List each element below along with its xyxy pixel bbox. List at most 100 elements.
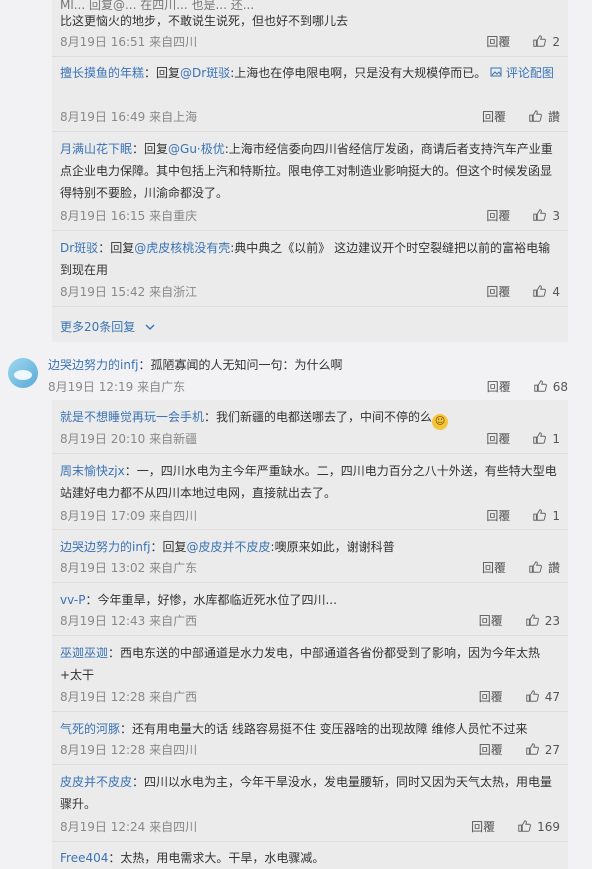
reply-actions: 回覆 47: [479, 689, 560, 705]
reply-location: 来自四川: [149, 35, 198, 49]
reply-item: 就是不想睡觉再玩一会手机：我们新疆的电都送哪去了，中间不停的么 ☺ 8月19日 2…: [60, 406, 560, 450]
reply-button[interactable]: 回覆: [482, 109, 506, 125]
thumbs-up-icon[interactable]: [517, 819, 531, 833]
avatar[interactable]: [8, 358, 38, 388]
divider: [52, 131, 568, 132]
main-comment: 边哭边努力的infj：孤陋寡闻的人无知问一句：为什么啊 8月19日 12:19 …: [48, 356, 568, 394]
reply-body: ：今年重旱，好惨，水库都临近死水位了四川...: [85, 593, 337, 607]
reply-date: 8月19日 16:15: [60, 209, 146, 223]
reply-meta: 8月19日 20:10 来自新疆: [60, 431, 197, 447]
comment-meta: 8月19日 12:19 来自广东: [48, 378, 185, 395]
reply-prefix: ：回复: [144, 66, 181, 80]
reply-author[interactable]: 边哭边努力的infj: [60, 540, 151, 554]
reply-date: 8月19日 16:49: [60, 110, 146, 124]
thumbs-up-icon[interactable]: [532, 431, 547, 445]
like-count: 2: [552, 35, 560, 49]
like-count: 68: [552, 380, 568, 394]
reply-location: 来自广西: [149, 690, 198, 704]
mention-link[interactable]: @Gu·极优: [168, 142, 225, 156]
reply-button[interactable]: 回覆: [471, 819, 495, 835]
mention-link[interactable]: @皮皮并不皮皮: [187, 540, 271, 554]
divider: [52, 841, 568, 842]
reply-prefix: ：回复: [98, 241, 135, 255]
reply-item: 周末愉快zjx：一，四川水电为主今年严重缺水。二，四川电力百分之八十外送，有些特…: [60, 460, 560, 526]
mention-link[interactable]: @虎皮核桃没有壳: [134, 241, 230, 255]
thumbs-up-icon[interactable]: [533, 379, 547, 393]
reply-author[interactable]: 皮皮并不皮皮: [60, 775, 132, 789]
divider: [52, 635, 568, 636]
reply-author[interactable]: Dr斑驳: [60, 241, 98, 255]
reply-author[interactable]: vv-P: [60, 593, 85, 607]
divider: [52, 453, 568, 454]
reply-body: :上海也在停电限电啊，只是没有大规模停而已。: [230, 66, 487, 80]
reply-author[interactable]: 气死的河豚: [60, 722, 120, 736]
like-count: 1: [552, 432, 560, 446]
reply-item: 擅长摸鱼的年糕：回复@Dr斑驳:上海也在停电限电啊，只是没有大规模停而已。 评论…: [60, 62, 560, 128]
reply-author[interactable]: 巫迦巫迦: [60, 646, 108, 660]
thumbs-up-icon[interactable]: [528, 109, 542, 123]
reply-item: 月满山花下眠：回复@Gu·极优:上海市经信委向四川省经信厅发函，商请后者支持汽车…: [60, 138, 560, 228]
thumbs-up-icon[interactable]: [532, 208, 547, 222]
reply-actions: 回覆 169: [471, 819, 560, 835]
reply-actions: 回覆 4: [486, 284, 560, 300]
reply-author[interactable]: 就是不想睡觉再玩一会手机: [60, 410, 204, 424]
reply-text: 就是不想睡觉再玩一会手机：我们新疆的电都送哪去了，中间不停的么 ☺: [60, 406, 560, 430]
reply-text: Dr斑驳：回复@虎皮核桃没有壳:典中典之《以前》 这边建议开个时空裂缝把以前的富…: [60, 237, 560, 281]
grin-emoji-icon: ☺: [432, 414, 449, 430]
thumbs-up-icon[interactable]: [528, 560, 542, 574]
like-count: 23: [544, 614, 560, 628]
reply-author[interactable]: 月满山花下眠: [60, 142, 132, 156]
comment-image-link[interactable]: 评论配图: [490, 66, 554, 80]
reply-button[interactable]: 回覆: [479, 689, 503, 705]
reply-body: :噢原来如此，谢谢科普: [270, 540, 395, 554]
comment-author[interactable]: 边哭边努力的infj: [48, 358, 139, 372]
reply-button[interactable]: 回覆: [486, 208, 510, 224]
reply-item: 皮皮并不皮皮：四川以水电为主，今年干旱没水，发电量腰斩，同时又因为天气太热，用电…: [60, 771, 560, 837]
chevron-down-icon: [145, 324, 155, 330]
more-replies-link[interactable]: 更多20条回复: [60, 318, 155, 335]
reply-button[interactable]: 回覆: [486, 34, 510, 50]
divider: [52, 582, 568, 583]
reply-author[interactable]: 擅长摸鱼的年糕: [60, 66, 144, 80]
like-count: 1: [552, 509, 560, 523]
reply-body: ：太热，用电需求大。干旱，水电骤减。: [108, 851, 325, 865]
thumbs-up-icon[interactable]: [525, 613, 539, 627]
thumbs-up-icon[interactable]: [525, 742, 539, 756]
reply-button[interactable]: 回覆: [486, 284, 510, 300]
thumbs-up-icon[interactable]: [532, 34, 547, 48]
reply-author[interactable]: Free404: [60, 851, 108, 865]
reply-location: 来自上海: [149, 110, 198, 124]
thumbs-up-icon[interactable]: [525, 689, 539, 703]
reply-button[interactable]: 回覆: [487, 380, 511, 394]
reply-date: 8月19日 12:28: [60, 690, 146, 704]
reply-button[interactable]: 回覆: [479, 613, 503, 629]
reply-location: 来自广西: [149, 614, 198, 628]
reply-actions: 回覆 27: [479, 742, 560, 758]
reply-text: 周末愉快zjx：一，四川水电为主今年严重缺水。二，四川电力百分之八十外送，有些特…: [60, 460, 560, 504]
reply-body: ：西电东送的中部通道是水力发电，中部通道各省份都受到了影响，因为今年太热+太干: [60, 646, 541, 682]
reply-date: 8月19日 12:24: [60, 820, 146, 834]
reply-location: 来自重庆: [149, 209, 198, 223]
reply-author[interactable]: 周末愉快zjx: [60, 464, 125, 478]
reply-button[interactable]: 回覆: [486, 508, 510, 524]
reply-button[interactable]: 回覆: [482, 560, 506, 576]
thumbs-up-icon[interactable]: [532, 508, 547, 522]
divider: [52, 56, 568, 57]
reply-item: 巫迦巫迦：西电东送的中部通道是水力发电，中部通道各省份都受到了影响，因为今年太热…: [60, 642, 560, 708]
reply-meta: 8月19日 12:24 来自四川: [60, 819, 197, 835]
like-count: 4: [552, 285, 560, 299]
reply-date: 8月19日 12:28: [60, 743, 146, 757]
mention-link[interactable]: @Dr斑驳: [180, 66, 230, 80]
reply-meta: 8月19日 12:28 来自广西: [60, 689, 197, 705]
reply-date: 8月19日 12:43: [60, 614, 146, 628]
reply-date: 8月19日 20:10: [60, 432, 146, 446]
reply-item: Dr斑驳：回复@虎皮核桃没有壳:典中典之《以前》 这边建议开个时空裂缝把以前的富…: [60, 237, 560, 303]
reply-text: vv-P：今年重旱，好惨，水库都临近死水位了四川...: [60, 589, 560, 611]
thumbs-up-icon[interactable]: [532, 284, 547, 298]
reply-button[interactable]: 回覆: [479, 742, 503, 758]
reply-prefix: ：回复: [150, 540, 187, 554]
divider: [52, 230, 568, 231]
reply-button[interactable]: 回覆: [486, 431, 510, 447]
reply-prefix: ：回复: [132, 142, 169, 156]
comment-image-label: 评论配图: [505, 66, 554, 80]
